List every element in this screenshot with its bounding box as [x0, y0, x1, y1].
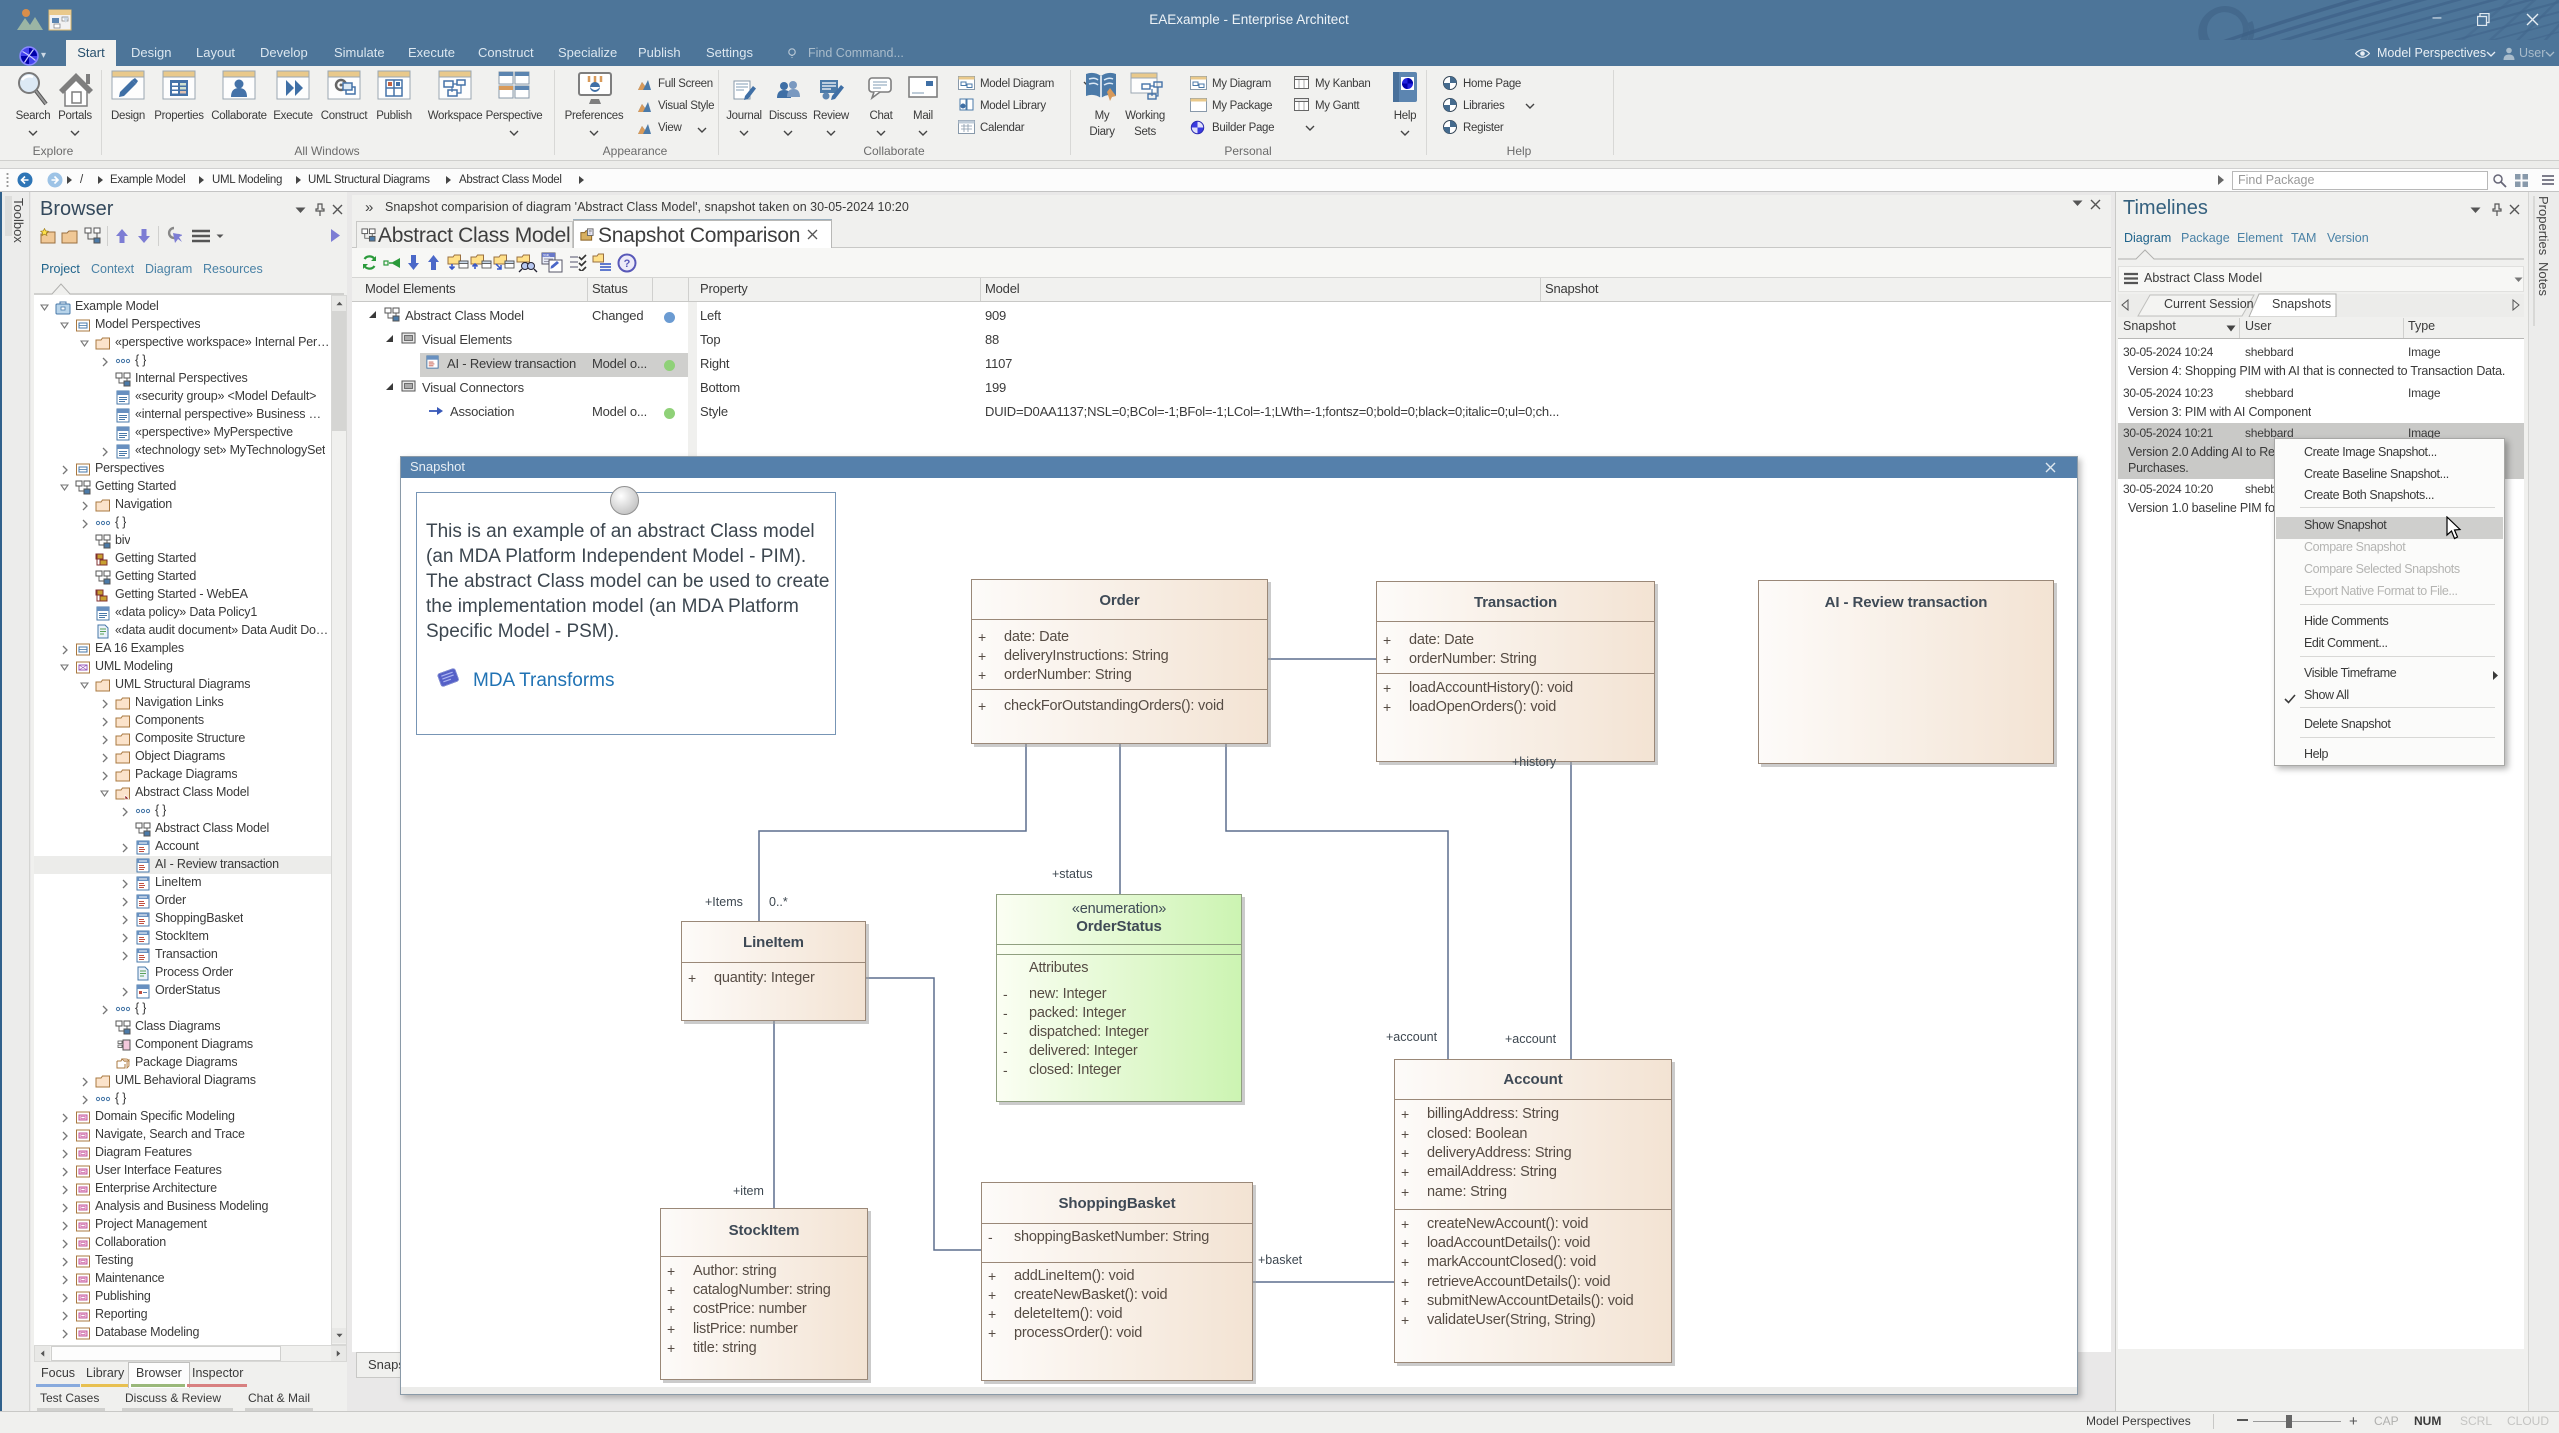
- svg-text:?: ?: [624, 258, 631, 270]
- svg-text:XML: XML: [543, 253, 550, 257]
